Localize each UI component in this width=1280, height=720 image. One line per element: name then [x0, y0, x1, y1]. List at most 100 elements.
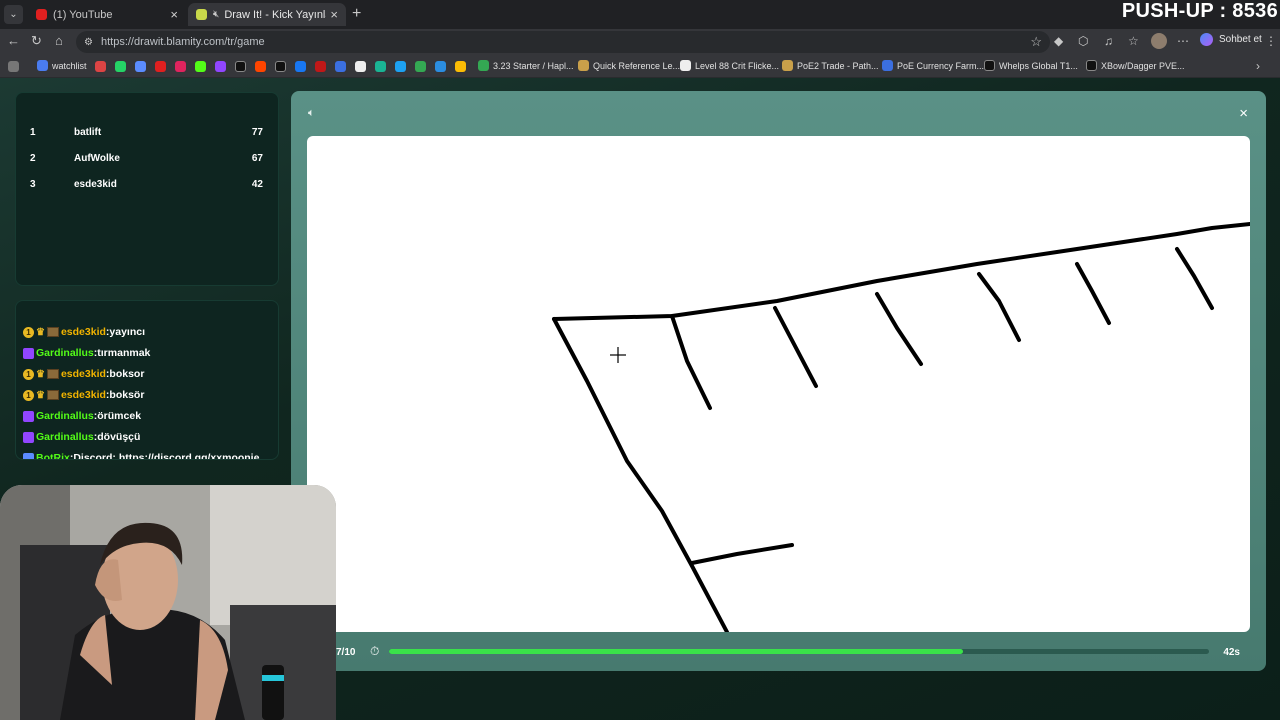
bookmark-xbow[interactable]: XBow/Dagger PVE...	[1086, 60, 1185, 71]
reload-icon[interactable]: ↻	[31, 33, 42, 49]
chat-text: :dövüşçü	[93, 431, 141, 443]
close-icon[interactable]: ×	[330, 7, 338, 22]
stroke-tick	[670, 314, 712, 410]
close-icon[interactable]: ×	[1239, 105, 1248, 122]
chat-text: :yayıncı	[105, 326, 146, 338]
stroke-diagonal-line	[552, 317, 729, 632]
sheets-icon	[478, 60, 489, 71]
bookmark-app-icon[interactable]	[175, 61, 186, 72]
stroke-branch	[690, 543, 794, 565]
bookmarks-menu-icon[interactable]	[8, 61, 19, 72]
player-name: AufWolke	[74, 153, 120, 164]
sub-badge-icon: 1	[23, 389, 34, 401]
drawing-canvas[interactable]	[307, 136, 1250, 632]
bookmark-label: Level 88 Crit Flicke...	[695, 60, 780, 71]
player-score: 42	[251, 179, 263, 190]
speaker-icon[interactable]: 🔈︎	[308, 107, 315, 120]
copilot-icon	[1200, 33, 1213, 46]
chat-message: BotRix:Discord: https://discord.gg/xxmoo…	[23, 449, 259, 459]
kick-icon[interactable]	[195, 61, 206, 72]
bookmark-star-icon[interactable]: ☆	[1030, 34, 1042, 50]
bluesky-icon[interactable]	[395, 61, 406, 72]
muted-speaker-icon[interactable]: 🔇︎	[213, 9, 219, 20]
back-icon[interactable]: ←	[7, 33, 20, 48]
bookmark-level-88[interactable]: Level 88 Crit Flicke...	[680, 60, 779, 71]
time-progress-bar	[389, 649, 1209, 654]
bookmark-icon	[782, 60, 793, 71]
chat-message: Gardinallus:dövüşçü	[23, 428, 140, 446]
stroke-tick	[977, 272, 1021, 342]
timer-icon: ⏱︎	[370, 644, 380, 658]
player-name: batlift	[74, 127, 102, 138]
bookmark-quick-reference[interactable]: Quick Reference Le...	[578, 60, 680, 71]
bookmark-watchlist[interactable]: watchlist	[37, 60, 87, 71]
tab-drawit[interactable]: 🔇︎ Draw It! - Kick Yayınları İçin Ç ×	[188, 3, 346, 26]
stroke-top-line	[552, 222, 1250, 321]
sub-badge-icon	[23, 431, 34, 443]
bookmark-app-icon[interactable]	[415, 61, 426, 72]
chat-username: esde3kid	[60, 326, 106, 338]
bookmark-poe2-trade[interactable]: PoE2 Trade - Path...	[782, 60, 879, 71]
bookmark-app-icon[interactable]	[315, 61, 326, 72]
twitch-icon[interactable]	[215, 61, 226, 72]
bookmark-app-icon[interactable]	[455, 61, 466, 72]
streamer-webcam-image	[0, 485, 336, 720]
bookmark-app-icon[interactable]	[375, 61, 386, 72]
bookmark-icon	[1086, 60, 1097, 71]
new-tab-button[interactable]: +	[352, 5, 361, 23]
bookmark-label: watchlist	[52, 60, 87, 71]
whatsapp-icon[interactable]	[115, 61, 126, 72]
profile-avatar[interactable]	[1151, 33, 1167, 49]
chat-message: Gardinallus:örümcek	[23, 407, 141, 425]
youtube-icon[interactable]	[155, 61, 166, 72]
gmail-icon[interactable]	[95, 61, 106, 72]
stroke-tick	[1175, 247, 1214, 310]
chat-text: :boksör	[105, 389, 145, 401]
menu-icon[interactable]: ⋯	[1177, 34, 1189, 48]
crown-icon: ♛	[36, 368, 45, 380]
bookmark-app-icon[interactable]	[435, 61, 446, 72]
more-menu-icon[interactable]: ⋮	[1265, 34, 1277, 48]
tab-bar: ⌄ (1) YouTube × 🔇︎ Draw It! - Kick Yayın…	[0, 0, 1280, 29]
bookmark-label: 3.23 Starter / Hapl...	[493, 60, 574, 71]
bookmarks-icon[interactable]: ☆	[1128, 34, 1139, 48]
webcam-overlay	[0, 485, 336, 720]
bookmark-icon	[37, 60, 48, 71]
bookmark-app-icon[interactable]	[135, 61, 146, 72]
chevron-right-icon[interactable]: ›	[1256, 59, 1260, 73]
extension-diamond-icon[interactable]: ◆	[1054, 34, 1063, 48]
url-text: https://drawit.blamity.com/tr/game	[100, 36, 265, 48]
close-icon[interactable]: ×	[170, 7, 178, 22]
reddit-icon[interactable]	[255, 61, 266, 72]
bookmark-poe-currency[interactable]: PoE Currency Farm...	[882, 60, 984, 71]
bookmark-icon	[984, 60, 995, 71]
tab-title: (1) YouTube	[53, 8, 113, 21]
chat-username: Gardinallus	[36, 347, 94, 359]
media-control-icon[interactable]: ♫	[1104, 34, 1113, 48]
round-counter: 7/10	[336, 647, 356, 658]
browser-toolbar: ← ↻ ⌂ ⚙ https://drawit.blamity.com/tr/ga…	[0, 29, 1280, 55]
leaderboard-row: 1 batlift 77	[16, 127, 278, 145]
drawit-favicon	[196, 9, 207, 20]
rank: 1	[30, 127, 36, 138]
chest-icon	[46, 390, 59, 400]
bookmark-whelps[interactable]: Whelps Global T1...	[984, 60, 1078, 71]
bookmark-starter[interactable]: 3.23 Starter / Hapl...	[478, 60, 574, 71]
tab-youtube[interactable]: (1) YouTube ×	[28, 3, 186, 26]
chat-message: Gardinallus:tırmanmak	[23, 344, 150, 362]
bookmark-app-icon[interactable]	[355, 61, 366, 72]
x-icon[interactable]	[275, 61, 286, 72]
chat-button[interactable]: Sohbet et	[1200, 33, 1262, 46]
player-name: esde3kid	[74, 179, 117, 190]
tiktok-icon[interactable]	[235, 61, 246, 72]
home-icon[interactable]: ⌂	[55, 33, 63, 48]
extensions-icon[interactable]: ⬡	[1078, 34, 1088, 48]
guess-chat[interactable]: 1 ♛ esde3kid:yayıncı Gardinallus:tırmanma…	[15, 300, 279, 460]
facebook-icon[interactable]	[295, 61, 306, 72]
address-bar[interactable]: ⚙ https://drawit.blamity.com/tr/game ☆	[76, 31, 1050, 53]
rank: 3	[30, 179, 36, 190]
site-info-icon[interactable]: ⚙	[84, 37, 93, 48]
tab-search-button[interactable]: ⌄	[4, 5, 23, 24]
bookmark-app-icon[interactable]	[335, 61, 346, 72]
chat-username: esde3kid	[60, 389, 106, 401]
